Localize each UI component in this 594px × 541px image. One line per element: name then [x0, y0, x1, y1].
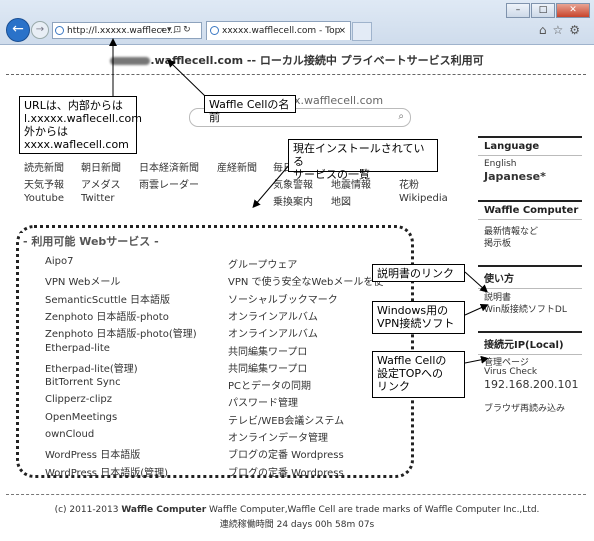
callout-cell-name: Waffle Cellの名前 — [204, 95, 296, 124]
callout-settings-top: Waffle Cellの 設定TOPへの リンク — [372, 351, 465, 398]
callout-vpn-software: Windows用の VPN接続ソフト — [372, 301, 465, 334]
callout-url: URLは、内部からは l.xxxxx.waflecell.com 外からは xx… — [19, 96, 142, 154]
callout-manual-link: 説明書のリンク — [372, 264, 465, 282]
annotation-arrows — [109, 38, 489, 364]
callout-installed-services: 現在インストールされている サービスの一覧 — [288, 139, 438, 181]
